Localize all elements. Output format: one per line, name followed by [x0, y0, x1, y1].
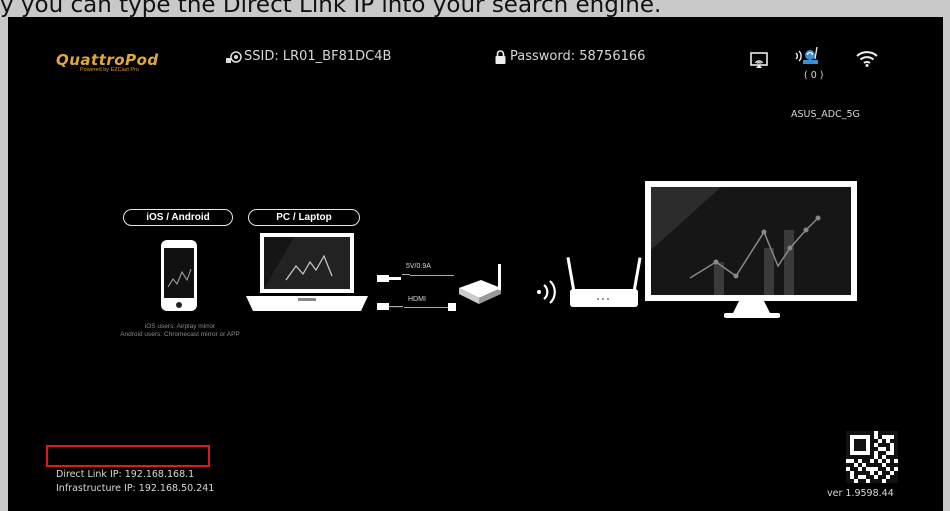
- laptop-illustration: [246, 233, 368, 311]
- hdmi-label: HDMI: [408, 296, 426, 303]
- router-status-icon: [795, 46, 818, 64]
- quattropod-dongle-illustration: [459, 264, 501, 304]
- ssid-text: SSID: LR01_BF81DC4B: [244, 49, 392, 64]
- ios-usage-note: iOS users: Airplay mirror: [144, 323, 216, 330]
- router-count: ( 0 ): [804, 70, 824, 81]
- smartphone-illustration: [161, 240, 197, 311]
- network-icon: [226, 51, 242, 63]
- password-text: Password: 58756166: [510, 49, 646, 64]
- direct-link-highlight-box: [46, 445, 210, 467]
- brand-logo-subtitle: Powered by EZCast Pro: [80, 67, 139, 73]
- direct-link-ip: Direct Link IP: 192.168.168.1: [56, 469, 195, 480]
- android-usage-note: Android users: Chromecast mirror or APP: [120, 331, 240, 338]
- firmware-version: ver 1.9598.44: [827, 488, 894, 499]
- hdmi-cable-line: [404, 307, 454, 308]
- airplay-icon: [750, 52, 768, 68]
- infrastructure-ip: Infrastructure IP: 192.168.50.241: [56, 483, 215, 494]
- power-cable-line: [410, 275, 454, 276]
- device-screen: QuattroPod Powered by EZCast Pro SSID: L…: [8, 17, 943, 511]
- wifi-icon: [856, 51, 878, 67]
- wifi-network-name: ASUS_ADC_5G: [791, 109, 860, 120]
- tv-monitor-illustration: [645, 181, 857, 318]
- lock-icon: [495, 50, 506, 64]
- wireless-signal-icon: [537, 280, 556, 304]
- ios-android-label: iOS / Android: [123, 209, 233, 226]
- pc-laptop-label: PC / Laptop: [248, 209, 360, 226]
- qr-code: [846, 431, 898, 483]
- hdmi-cable-icon: [377, 303, 403, 310]
- router-illustration: [566, 257, 642, 307]
- usb-cable-icon: [377, 275, 401, 282]
- instruction-caption: y you can type the Direct Link IP into y…: [0, 0, 662, 17]
- power-spec-label: 5V/0.9A: [406, 263, 431, 270]
- power-cable-line: [402, 274, 410, 275]
